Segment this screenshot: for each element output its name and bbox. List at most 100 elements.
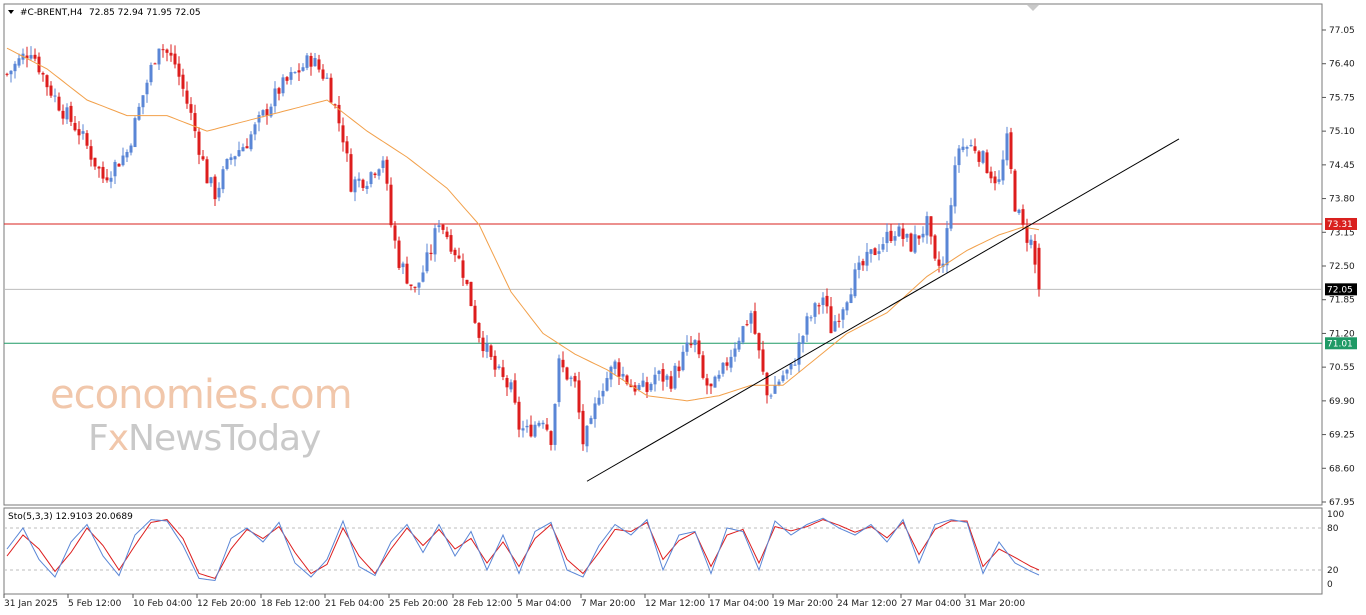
candle-body [177,63,181,77]
candle-body [801,335,805,344]
candle-body [85,133,89,146]
time-tick-label: 7 Mar 20:00 [581,599,636,609]
candle-body [89,146,93,160]
candle-body [921,233,925,238]
candle-body [925,216,929,236]
candle-body [133,118,137,148]
stoch-level-label: 80 [1327,524,1339,534]
candle-body [349,154,353,192]
chart-canvas: economies.com FxNewsToday 77.05 76.40 75.7… [3,3,1357,609]
candle-body [877,251,881,254]
candle-body [981,151,985,163]
candle-body [1021,209,1025,225]
candle-body [345,141,349,154]
candle-body [977,151,981,162]
time-tick-label: 17 Mar 04:00 [709,599,769,609]
candle-body [869,249,873,254]
candle-body [681,351,685,371]
candle-body [521,428,525,431]
candle-body [753,311,757,334]
candle-body [1017,209,1021,213]
candle-body [965,147,969,149]
candle-body [93,157,97,167]
candle-body [665,375,669,380]
candle-body [1033,240,1037,265]
candle-body [113,161,117,177]
candle-body [413,286,417,288]
candle-body [357,178,361,181]
candle-body [885,231,889,244]
candle-body [65,107,69,120]
candle-body [293,72,297,74]
watermark: economies.com FxNewsToday [50,372,353,459]
time-tick-label: 25 Feb 20:00 [389,599,448,609]
candle-body [709,383,713,387]
candle-body [381,160,385,168]
candle-body [641,380,645,387]
candle-body [161,49,165,51]
candle-body [1025,226,1029,243]
candle-body [397,240,401,268]
candle-body [17,58,21,66]
price-tick-label: 75.10 [1329,127,1355,137]
candle-body [605,378,609,391]
candle-body [821,297,825,306]
candle-body [481,337,485,352]
candle-body [393,225,397,241]
candle-body [9,70,13,75]
candle-body [305,55,309,68]
candle-body [189,104,193,113]
candle-body [893,236,897,241]
candle-body [457,255,461,259]
candle-body [213,176,217,200]
candle-body [569,377,573,379]
candle-body [705,378,709,386]
candle-body [241,147,245,152]
candle-body [141,95,145,108]
candle-body [997,179,1001,182]
candle-body [589,418,593,424]
candle-body [121,155,125,166]
candle-body [101,166,105,179]
candle-body [313,58,317,67]
price-tick-label: 71.85 [1329,296,1355,306]
price-tick-label: 69.25 [1329,431,1355,441]
candle-body [361,179,365,188]
price-tick-label: 68.60 [1329,464,1355,474]
candle-body [81,131,85,134]
candle-body [817,305,821,307]
candle-body [1029,239,1033,245]
candle-body [841,309,845,320]
candle-body [73,122,77,131]
candle-body [901,228,905,239]
price-tick-label: 77.05 [1329,26,1355,36]
candle-body [1009,132,1013,170]
candle-body [937,259,941,266]
time-tick-label: 12 Mar 12:00 [645,599,705,609]
candle-body [181,74,185,89]
watermark-x: x [108,418,129,459]
candle-body [153,63,157,65]
watermark-economies: economies.com [50,372,352,418]
candle-body [449,235,453,252]
candle-body [445,231,449,238]
candle-body [485,343,489,352]
candle-body [613,361,617,369]
current-level-value: 72.05 [1327,285,1353,295]
price-tick-label: 74.45 [1329,161,1355,171]
chart-header: #C-BRENT,H4 72.85 72.94 71.95 72.05 [8,8,201,18]
candle-body [789,363,793,370]
resistance-level-value: 73.31 [1327,220,1353,230]
candle-body [265,109,269,116]
candle-body [61,110,65,119]
candle-body [389,184,393,226]
candle-body [289,72,293,80]
candle-body [341,125,345,143]
candle-body [749,313,753,324]
price-tick-label: 76.40 [1329,60,1355,70]
candle-body [249,134,253,150]
candle-body [913,234,917,253]
candle-body [745,324,749,326]
price-axis: 77.0576.4075.7575.1074.4573.8073.1572.50… [1322,26,1355,508]
time-tick-label: 21 Feb 04:00 [325,599,384,609]
